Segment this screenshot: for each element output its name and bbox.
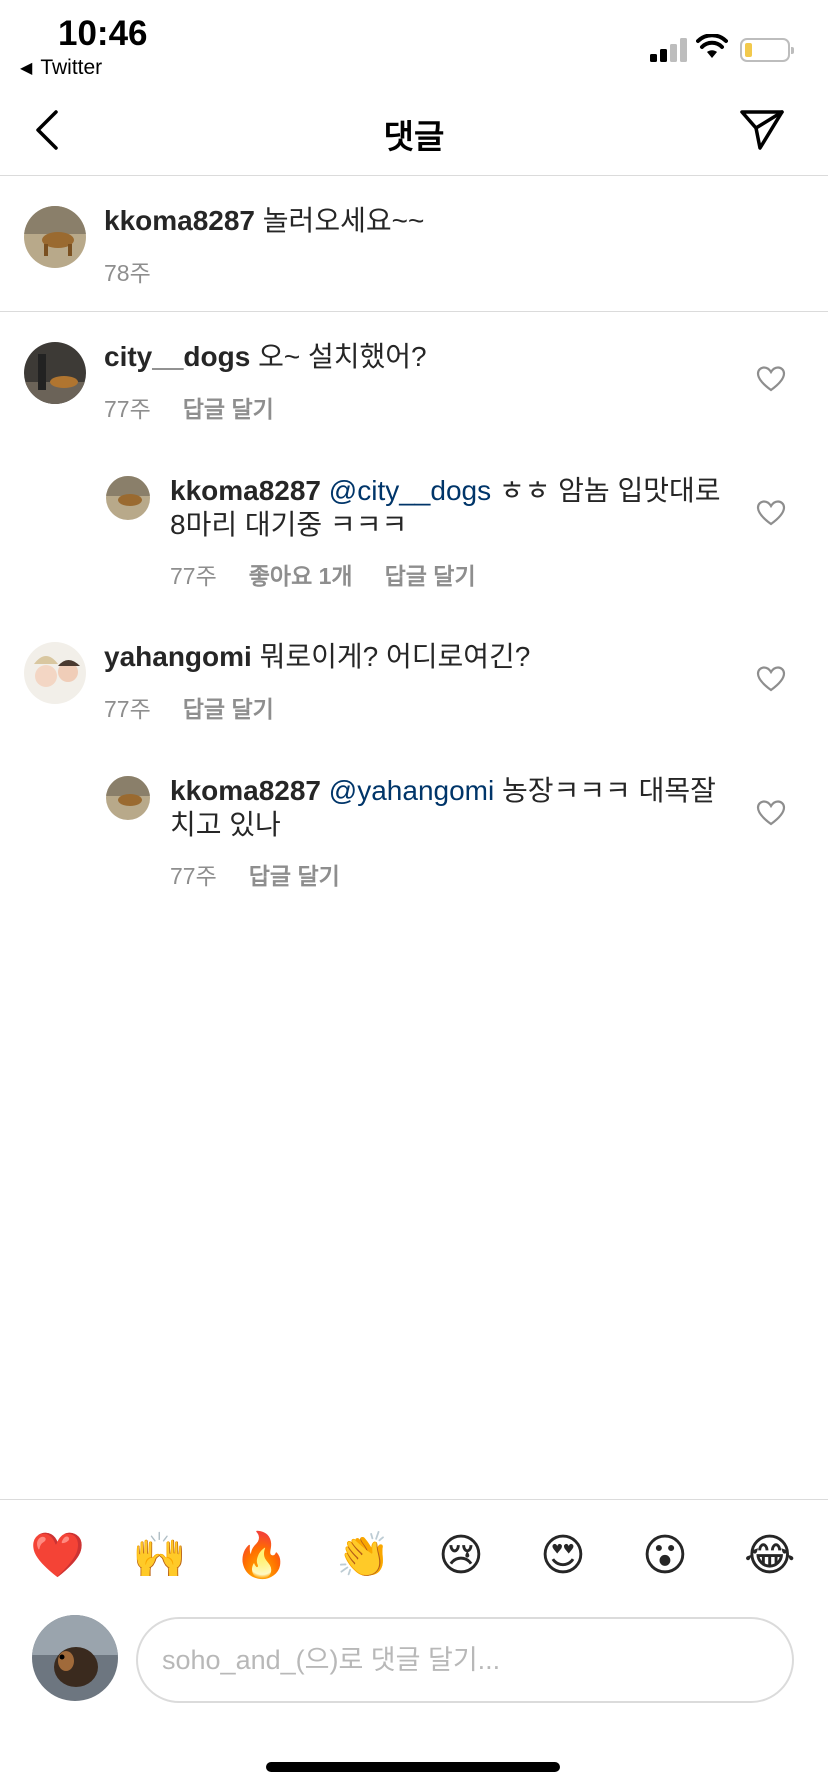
navigation-bar: 댓글 [0,84,828,176]
raising-hands-emoji-button[interactable]: 🙌 [132,1530,187,1582]
reply-body-line1: ㅎㅎ 암놈 입맛대로 [498,475,721,506]
timestamp: 78주 [104,260,151,286]
home-indicator[interactable] [266,1762,560,1772]
mention-link[interactable]: @city__dogs [329,475,491,506]
avatar[interactable] [24,642,86,704]
heart-icon[interactable] [756,365,786,393]
heart-icon[interactable] [756,499,786,527]
username[interactable]: yahangomi [104,641,252,672]
avatar[interactable] [106,476,150,520]
timestamp: 77주 [104,396,151,422]
username[interactable]: city__dogs [104,341,250,372]
laughing-emoji-button[interactable]: 😂 [744,1530,795,1582]
share-button[interactable] [738,106,786,154]
comment-text: yahangomi 뭐로이게? 어디로여긴? [104,640,530,674]
username[interactable]: kkoma8287 [170,475,321,506]
reply-button[interactable]: 답글 달기 [385,557,476,591]
comment-body: 뭐로이게? 어디로여긴? [259,641,531,672]
post-caption: kkoma8287 놀러오세요~~ 78주 [0,176,828,312]
caption-text: kkoma8287 놀러오세요~~ [104,204,424,238]
quick-reactions-bar: ❤️ 🙌 🔥 👏 😢 😍 😮 😂 [0,1499,828,1611]
reply-body-line1: 농장ㅋㅋㅋ 대목잘 [501,775,716,806]
mention-link[interactable]: @yahangomi [329,775,494,806]
comment-text: city__dogs 오~ 설치했어? [104,340,427,374]
reply-body-line2: 8마리 대기중 ㅋㅋㅋ [170,509,408,540]
reply-button[interactable]: 답글 달기 [249,857,340,891]
cellular-signal-icon [650,38,690,62]
crying-emoji-button[interactable]: 😢 [438,1530,484,1582]
comment-input[interactable] [136,1617,794,1703]
heart-emoji-button[interactable]: ❤️ [30,1530,85,1582]
back-to-app-link[interactable]: ◀ Twitter [20,56,102,80]
status-bar: 10:46 ◀ Twitter [0,0,828,84]
timestamp: 77주 [170,863,217,889]
avatar [32,1615,118,1701]
avatar[interactable] [24,206,86,268]
heart-icon[interactable] [756,665,786,693]
surprised-emoji-button[interactable]: 😮 [642,1530,688,1582]
reply-meta: 77주 좋아요 1개 답글 달기 [170,557,476,591]
caption-meta: 78주 [104,254,151,288]
reply-meta: 77주 답글 달기 [170,857,340,891]
comment-composer [0,1611,828,1711]
paper-plane-icon [740,110,784,150]
comment-body: 오~ 설치했어? [258,341,427,372]
wifi-icon [696,34,728,58]
clapping-emoji-button[interactable]: 👏 [336,1530,391,1582]
avatar[interactable] [24,342,86,404]
status-time: 10:46 [58,14,148,53]
comment-meta: 77주 답글 달기 [104,390,274,424]
likes-count-button[interactable]: 좋아요 1개 [249,557,353,591]
reply-button[interactable]: 답글 달기 [183,390,274,424]
heart-eyes-emoji-button[interactable]: 😍 [540,1530,586,1582]
heart-icon[interactable] [756,799,786,827]
reply-body-line2: 치고 있나 [170,809,281,840]
reply-text: kkoma8287 @yahangomi 농장ㅋㅋㅋ 대목잘 치고 있나 [170,774,730,842]
timestamp: 77주 [104,696,151,722]
avatar[interactable] [106,776,150,820]
caption-body: 놀러오세요~~ [262,205,425,236]
reply-text: kkoma8287 @city__dogs ㅎㅎ 암놈 입맛대로 8마리 대기중… [170,474,730,542]
comment-meta: 77주 답글 달기 [104,690,274,724]
reply-button[interactable]: 답글 달기 [183,690,274,724]
comments-screen: 10:46 ◀ Twitter 댓글 kkoma8287 놀러오세요~~ 78주… [0,0,828,1792]
battery-icon [740,38,794,62]
username[interactable]: kkoma8287 [104,205,255,236]
back-app-label: Twitter [40,56,103,79]
back-triangle-icon: ◀ [20,60,33,77]
fire-emoji-button[interactable]: 🔥 [234,1530,289,1582]
username[interactable]: kkoma8287 [170,775,321,806]
page-title: 댓글 [383,118,445,155]
timestamp: 77주 [170,563,217,589]
